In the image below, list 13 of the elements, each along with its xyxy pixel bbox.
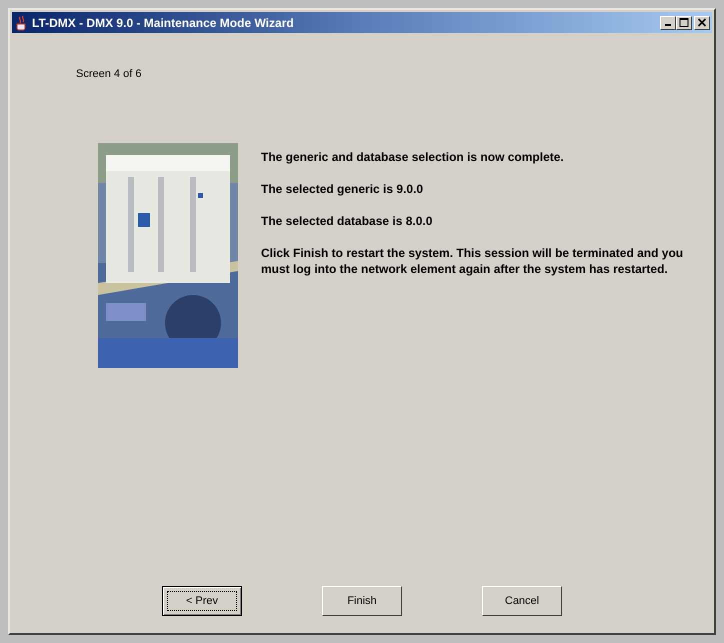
wizard-button[interactable]: Finish: [322, 586, 402, 616]
maximize-icon[interactable]: [676, 16, 692, 30]
message-text: The selected generic is 9.0.0: [261, 180, 424, 196]
step-indicator: Screen 4 of 6: [76, 67, 142, 82]
minimize-icon[interactable]: [660, 16, 676, 30]
close-icon[interactable]: [694, 16, 710, 30]
message-text: Click Finish to restart the system. This session will be terminated and you must log into the network element again after the system has restarted.: [261, 244, 684, 276]
wizard-button[interactable]: < Prev: [162, 586, 242, 616]
wizard-button[interactable]: Cancel: [482, 586, 562, 616]
window-title: LT-DMX - DMX 9.0 - Maintenance Mode Wizard: [32, 14, 295, 32]
message-text: The generic and database selection is now complete.: [261, 148, 565, 164]
coffee-cup-icon: [14, 14, 28, 30]
message-text: The selected database is 8.0.0: [261, 212, 434, 228]
